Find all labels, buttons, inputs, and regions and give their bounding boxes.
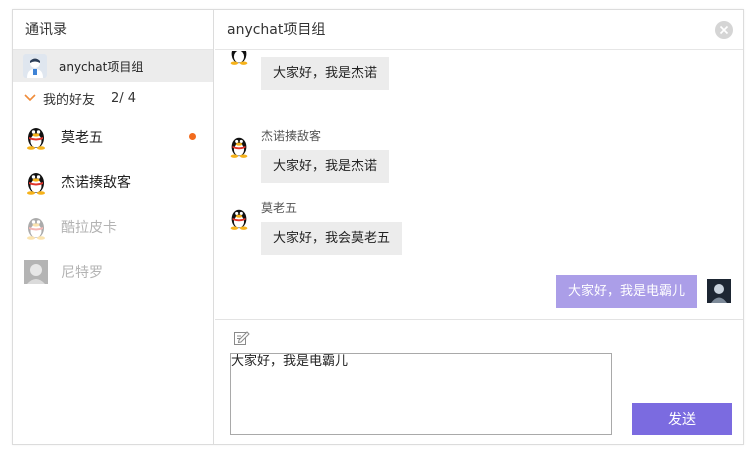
chat-panel: anychat项目组 大家好，我是杰诺 杰诺揍敌客 大家好，我是杰诺 莫老五 大…	[215, 10, 743, 444]
close-button[interactable]	[715, 21, 733, 39]
chat-title: anychat项目组	[227, 22, 326, 38]
penguin-avatar-icon	[23, 124, 49, 150]
penguin-avatar-icon	[227, 134, 251, 158]
message-sender: 杰诺揍敌客	[261, 129, 322, 143]
message-item: 莫老五 大家好，我会莫老五	[227, 201, 403, 255]
message-item: 大家好，我是杰诺	[227, 51, 390, 90]
friends-group-toggle[interactable]: 我的好友 2/ 4	[13, 82, 213, 114]
friend-name: 酷拉皮卡	[61, 219, 117, 236]
friend-name: 莫老五	[61, 129, 103, 146]
close-icon	[719, 25, 729, 35]
contacts-sidebar: 通讯录 anychat项目组 我的好友 2/ 4 莫老五 杰诺揍敌客 酷拉皮卡 …	[13, 10, 214, 444]
message-bubble: 大家好，我是杰诺	[261, 57, 390, 90]
penguin-avatar-icon	[227, 51, 251, 65]
friend-item-jienuo[interactable]: 杰诺揍敌客	[13, 159, 213, 204]
chat-header: anychat项目组	[215, 10, 743, 50]
sidebar-item-group[interactable]: anychat项目组	[13, 50, 213, 82]
penguin-avatar-icon	[23, 169, 49, 195]
message-item: 杰诺揍敌客 大家好，我是杰诺	[227, 129, 390, 183]
message-item-self: 大家好，我是电霸儿	[555, 275, 731, 308]
sidebar-title: 通讯录	[13, 10, 213, 50]
send-button[interactable]: 发送	[632, 403, 732, 435]
message-list[interactable]: 大家好，我是杰诺 杰诺揍敌客 大家好，我是杰诺 莫老五 大家好，我会莫老五 大家…	[215, 51, 743, 320]
unread-dot	[189, 133, 196, 140]
friends-group-label: 我的好友	[43, 92, 96, 108]
friend-name: 杰诺揍敌客	[61, 174, 131, 191]
message-input[interactable]: 大家好，我是电霸儿	[230, 353, 612, 435]
message-bubble: 大家好，我是杰诺	[261, 150, 390, 183]
group-name: anychat项目组	[59, 59, 144, 74]
message-sender: 莫老五	[261, 201, 298, 215]
friend-item-kurapika[interactable]: 酷拉皮卡	[13, 204, 213, 249]
self-avatar	[707, 279, 731, 303]
friend-name: 尼特罗	[61, 264, 103, 281]
message-bubble-self: 大家好，我是电霸儿	[555, 275, 697, 308]
friend-item-netero[interactable]: 尼特罗	[13, 249, 213, 294]
friends-online-count: 2/ 4	[111, 90, 137, 106]
friend-item-molaowu[interactable]: 莫老五	[13, 114, 213, 159]
edit-icon[interactable]	[233, 329, 251, 347]
user-photo-avatar	[23, 259, 49, 285]
group-avatar	[23, 54, 47, 78]
chevron-down-icon	[24, 94, 36, 102]
penguin-avatar-icon	[227, 206, 251, 230]
message-composer: 大家好，我是电霸儿 发送	[215, 321, 743, 444]
penguin-avatar-icon	[23, 214, 49, 240]
chat-window: 通讯录 anychat项目组 我的好友 2/ 4 莫老五 杰诺揍敌客 酷拉皮卡 …	[12, 9, 744, 445]
message-bubble: 大家好，我会莫老五	[261, 222, 403, 255]
